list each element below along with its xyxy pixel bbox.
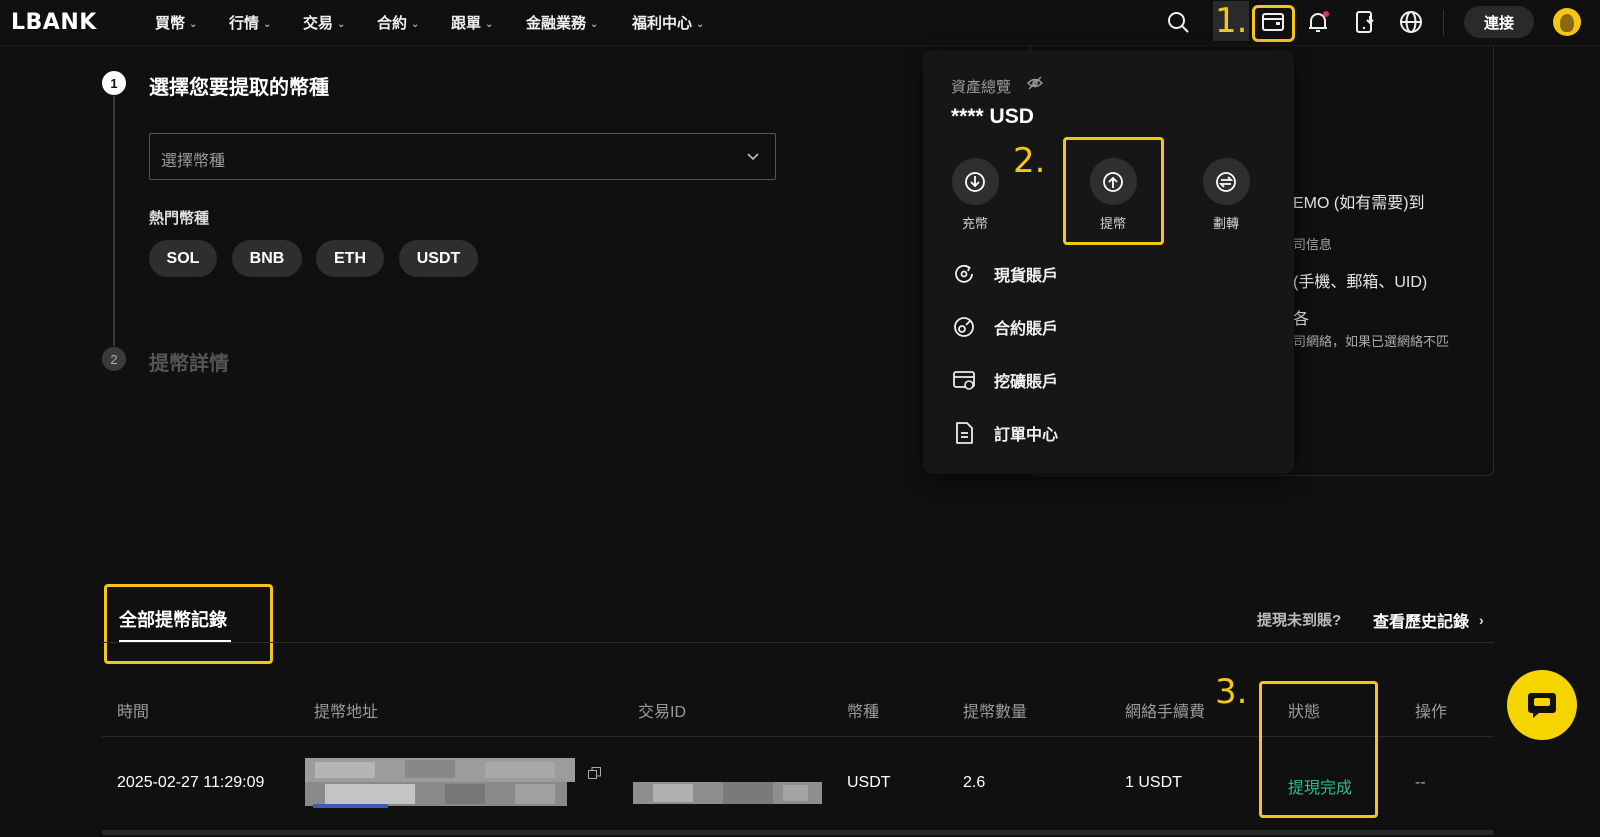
chevron-right-icon: › bbox=[1479, 612, 1484, 628]
view-history-label: 查看歷史記錄 bbox=[1373, 614, 1470, 631]
menu-mining-account-label: 挖礦賬戶 bbox=[994, 374, 1059, 391]
col-time: 時間 bbox=[117, 704, 150, 721]
tips-line-1: EMO (如有需要)到 bbox=[1293, 195, 1425, 212]
chevron-down-icon: ⌄ bbox=[696, 19, 705, 30]
download-app-icon[interactable] bbox=[1352, 9, 1378, 35]
menu-mining-account[interactable]: 挖礦賬戶 bbox=[951, 365, 1058, 395]
globe-icon[interactable] bbox=[1398, 9, 1424, 35]
chevron-down-icon: ⌄ bbox=[263, 19, 272, 30]
chevron-down-icon: ⌄ bbox=[485, 19, 494, 30]
menu-spot-account-label: 現貨賬戶 bbox=[994, 268, 1059, 285]
hot-coin-sol[interactable]: SOL bbox=[149, 240, 217, 277]
deposit-label: 充幣 bbox=[961, 216, 988, 231]
row-time: 2025-02-27 11:29:09 bbox=[117, 774, 265, 791]
tips-line-4: 各 bbox=[1293, 311, 1310, 328]
nav-rewards[interactable]: 福利中心 ⌄ bbox=[632, 12, 704, 33]
step-2-indicator: 2 bbox=[102, 347, 126, 371]
menu-spot-account[interactable]: 現貨賬戶 bbox=[951, 259, 1058, 289]
table-scrollbar[interactable] bbox=[102, 830, 1494, 835]
tips-line-2: 司信息 bbox=[1293, 237, 1333, 252]
chevron-down-icon: ⌄ bbox=[411, 19, 420, 30]
hot-coin-bnb[interactable]: BNB bbox=[232, 240, 302, 277]
wallet-dropdown: 資產總覽 **** USD 充幣 2. 提幣 劃轉 現貨賬戶 合約賬戶 挖礦賬戶… bbox=[923, 50, 1294, 474]
records-tab-highlight bbox=[104, 584, 273, 664]
col-network-fee: 網絡手續費 bbox=[1125, 704, 1206, 721]
step-connector bbox=[113, 96, 115, 346]
bell-icon[interactable] bbox=[1305, 9, 1331, 35]
chevron-down-icon: ⌄ bbox=[590, 19, 599, 30]
avatar[interactable] bbox=[1553, 8, 1581, 36]
chat-icon bbox=[1528, 693, 1556, 718]
row-action: -- bbox=[1415, 774, 1426, 791]
copy-icon[interactable] bbox=[588, 767, 601, 785]
menu-futures-account-label: 合約賬戶 bbox=[994, 321, 1059, 338]
coin-select-dropdown[interactable]: 選擇幣種 bbox=[149, 133, 776, 180]
document-icon bbox=[951, 420, 977, 446]
annotation-step-3: 3. bbox=[1215, 672, 1248, 712]
futures-account-icon bbox=[951, 314, 977, 340]
spot-account-icon bbox=[951, 261, 977, 287]
records-divider bbox=[102, 642, 1494, 643]
asset-overview-title: 資產總覽 bbox=[951, 79, 1012, 96]
menu-futures-account[interactable]: 合約賬戶 bbox=[951, 312, 1058, 342]
chevron-down-icon: ⌄ bbox=[337, 19, 346, 30]
deposit-icon bbox=[951, 158, 999, 205]
mining-account-icon bbox=[951, 367, 977, 393]
menu-order-center-label: 訂單中心 bbox=[994, 427, 1059, 444]
row-fee: 1 USDT bbox=[1125, 774, 1182, 791]
chevron-down-icon bbox=[745, 148, 761, 169]
annotation-step-1: 1. bbox=[1213, 1, 1250, 41]
eye-off-icon[interactable] bbox=[1027, 76, 1043, 95]
logo[interactable]: LBANK bbox=[11, 10, 97, 35]
menu-order-center[interactable]: 訂單中心 bbox=[951, 418, 1058, 448]
coin-select-placeholder: 選擇幣種 bbox=[161, 153, 226, 170]
nav-divider bbox=[1443, 10, 1444, 36]
nav-trade[interactable]: 交易 ⌄ bbox=[303, 12, 345, 33]
col-amount: 提幣數量 bbox=[963, 704, 1028, 721]
connect-button[interactable]: 連接 bbox=[1464, 6, 1534, 38]
tips-line-5: 司網絡，如果已選網絡不匹 bbox=[1293, 334, 1450, 349]
search-icon[interactable] bbox=[1165, 9, 1191, 35]
annotation-step-2: 2. bbox=[1013, 141, 1046, 181]
withdraw-highlight bbox=[1063, 137, 1164, 245]
withdraw-not-arrived-link[interactable]: 提現未到賬? bbox=[1257, 609, 1341, 630]
step-2-title: 提幣詳情 bbox=[149, 353, 229, 375]
chevron-down-icon: ⌄ bbox=[189, 19, 198, 30]
step-1-indicator: 1 bbox=[102, 71, 126, 95]
nav-buy-crypto[interactable]: 買幣 ⌄ bbox=[155, 12, 197, 33]
hot-coins-label: 熱門幣種 bbox=[149, 210, 210, 227]
top-nav: LBANK 買幣 ⌄ 行情 ⌄ 交易 ⌄ 合約 ⌄ 跟單 ⌄ 金融業務 ⌄ 福利中心 ⌄ 1.… bbox=[0, 0, 1600, 46]
nav-finance[interactable]: 金融業務 ⌄ bbox=[526, 12, 598, 33]
wallet-highlight bbox=[1252, 5, 1295, 42]
hot-coin-usdt[interactable]: USDT bbox=[399, 240, 478, 277]
row-coin: USDT bbox=[847, 774, 891, 791]
deposit-action[interactable]: 充幣 bbox=[943, 158, 1007, 232]
hot-coin-eth[interactable]: ETH bbox=[316, 240, 384, 277]
row-amount: 2.6 bbox=[963, 774, 986, 791]
col-action: 操作 bbox=[1415, 704, 1448, 721]
nav-copy-trading[interactable]: 跟單 ⌄ bbox=[451, 12, 493, 33]
transfer-action[interactable]: 劃轉 bbox=[1194, 158, 1258, 232]
transfer-label: 劃轉 bbox=[1212, 216, 1239, 231]
view-history-link[interactable]: 查看歷史記錄 › bbox=[1373, 608, 1484, 632]
transfer-icon bbox=[1202, 158, 1250, 205]
col-address: 提幣地址 bbox=[314, 704, 379, 721]
col-coin: 幣種 bbox=[847, 704, 880, 721]
status-highlight bbox=[1259, 681, 1378, 818]
nav-futures[interactable]: 合約 ⌄ bbox=[377, 12, 419, 33]
col-txid: 交易ID bbox=[638, 704, 687, 721]
step-1-title: 選擇您要提取的幣種 bbox=[149, 77, 329, 99]
tips-line-3: (手機、郵箱、UID) bbox=[1293, 274, 1428, 291]
total-balance: **** USD bbox=[951, 105, 1034, 128]
redacted-address bbox=[305, 758, 575, 808]
redacted-txid bbox=[633, 782, 822, 804]
chat-support-button[interactable] bbox=[1507, 670, 1577, 740]
nav-markets[interactable]: 行情 ⌄ bbox=[229, 12, 271, 33]
